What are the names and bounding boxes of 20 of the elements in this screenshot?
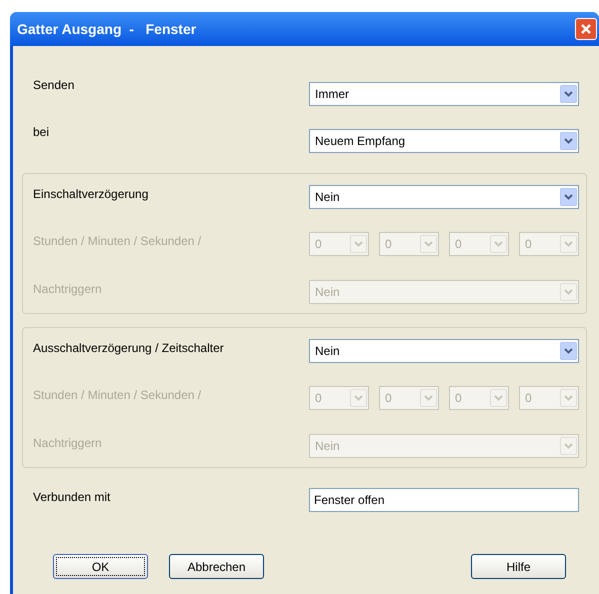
field-label: Nachtriggern	[32, 281, 103, 298]
dialog-button[interactable]: Hilfe	[471, 554, 566, 579]
window-title: Gatter Ausgang - Fenster	[17, 20, 196, 39]
field-label: Stunden / Minuten / Sekunden /	[32, 233, 202, 250]
dropdown[interactable]: Nein	[309, 339, 579, 363]
dropdown[interactable]: Nein	[309, 185, 579, 209]
dropdown[interactable]: Neuem Empfang	[309, 129, 579, 153]
field-label: Nachtriggern	[32, 435, 103, 452]
field-label: Stunden / Minuten / Sekunden /	[32, 387, 202, 404]
field-label: Verbunden mit	[32, 489, 112, 506]
field-label: Einschaltverzögerung	[32, 186, 150, 203]
close-icon	[580, 23, 592, 35]
dropdown[interactable]: Immer	[309, 82, 579, 106]
field-label: bei	[32, 124, 50, 141]
dialog-button[interactable]: OK	[53, 554, 148, 579]
close-button[interactable]	[575, 18, 597, 40]
dialog-button[interactable]: Abbrechen	[169, 554, 264, 579]
field-label: Ausschaltverzögerung / Zeitschalter	[32, 340, 225, 357]
text-field[interactable]: Fenster offen	[309, 488, 579, 512]
field-label: Senden	[32, 77, 76, 94]
